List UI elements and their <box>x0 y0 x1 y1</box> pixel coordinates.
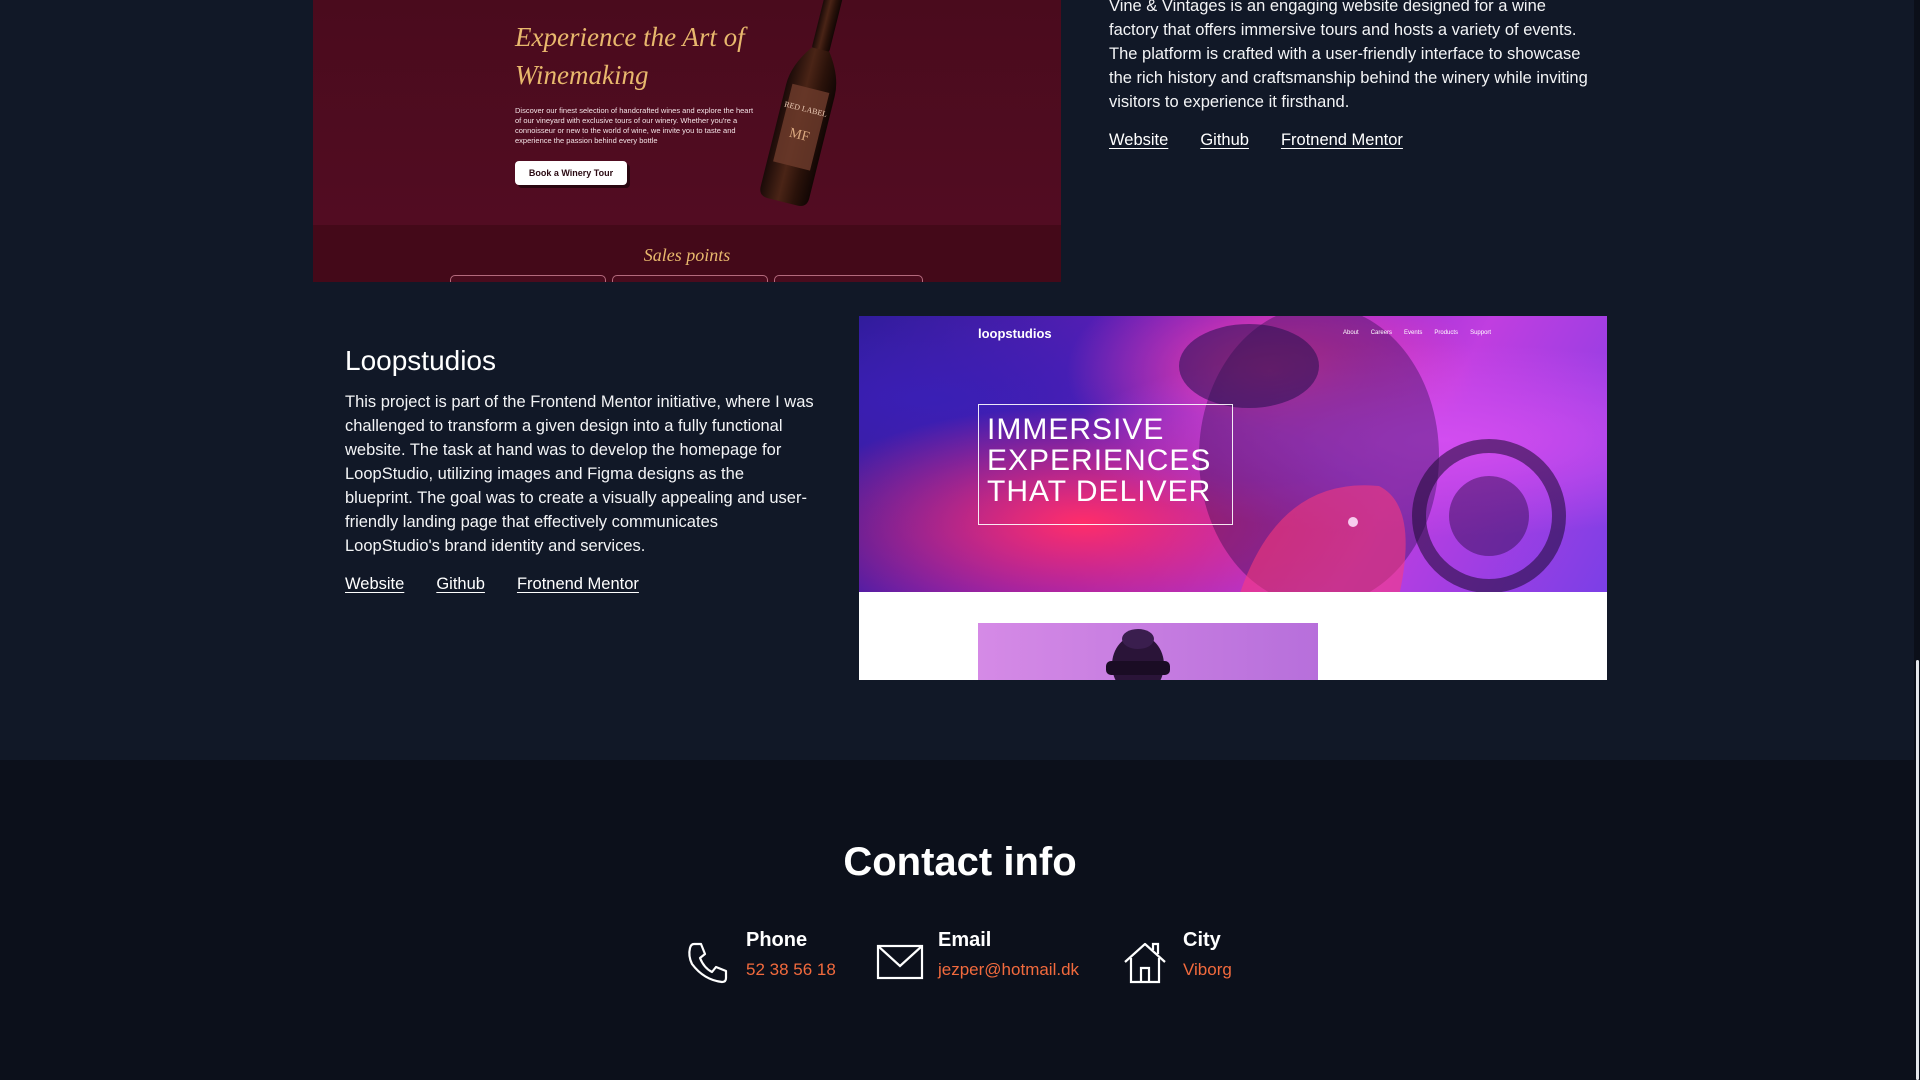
loop-nav-item: Products <box>1434 330 1459 336</box>
vine-vintages-preview-image: Experience the Art of Winemaking Discove… <box>313 0 1061 282</box>
loop-website-link[interactable]: Website <box>345 575 404 594</box>
scrollbar-thumb[interactable] <box>1916 660 1919 1080</box>
loop-hero: loopstudios About Careers Events Product… <box>859 316 1607 592</box>
sales-card <box>774 275 923 282</box>
vine-website-link[interactable]: Website <box>1109 131 1168 150</box>
vine-heading-line1: Experience the Art of <box>515 22 745 52</box>
home-icon <box>1124 942 1166 984</box>
loop-nav-item: Careers <box>1370 330 1393 336</box>
vine-hero-heading: Experience the Art of Winemaking <box>515 18 755 94</box>
loop-github-link[interactable]: Github <box>436 575 485 594</box>
loop-nav-item: Events <box>1404 330 1423 336</box>
loop-hero-line1: IMMERSIVE <box>987 413 1165 446</box>
book-winery-tour-button: Book a Winery Tour <box>515 161 627 185</box>
vr-person-icon <box>1106 629 1170 680</box>
vine-sales-section: Sales points <box>313 225 1061 282</box>
phone-icon <box>688 942 728 984</box>
sales-card <box>450 275 606 282</box>
contact-email-value[interactable]: jezper@hotmail.dk <box>938 958 1079 982</box>
portfolio-page: Experience the Art of Winemaking Discove… <box>0 0 1920 1080</box>
contact-city-label: City <box>1183 929 1221 951</box>
loop-hero-line3: THAT DELIVER <box>987 475 1212 508</box>
vine-github-link[interactable]: Github <box>1200 131 1249 150</box>
contact-city-value: Viborg <box>1183 960 1232 979</box>
loop-hero-line2: EXPERIENCES <box>987 444 1212 477</box>
footer <box>0 760 1920 1080</box>
wine-bottle-icon: RED LABEL MF <box>760 0 843 206</box>
loop-nav-item: Support <box>1470 330 1492 336</box>
loopstudios-links: Website Github Frotnend Mentor <box>345 575 639 594</box>
vine-hero-text: Discover our finest selection of handcra… <box>515 106 754 145</box>
contact-city-text: City Viborg <box>1183 928 1232 982</box>
contact-phone-value[interactable]: 52 38 56 18 <box>746 958 836 982</box>
contact-phone-label: Phone <box>746 929 808 951</box>
vine-frontend-mentor-link[interactable]: Frotnend Mentor <box>1281 131 1403 150</box>
vr-headset-illustration <box>1179 316 1566 592</box>
loop-nav-item: About <box>1343 330 1359 336</box>
vine-vintages-description: Vine & Vintages is an engaging website d… <box>1109 0 1588 111</box>
vine-heading-line2: Winemaking <box>515 60 649 90</box>
vine-vintages-links: Website Github Frotnend Mentor <box>1109 131 1403 150</box>
vine-sales-title: Sales points <box>643 245 731 265</box>
loopstudios-title: Loopstudios <box>345 345 497 376</box>
page-scrollbar[interactable] <box>1914 0 1920 1080</box>
contact-info-title: Contact info <box>843 840 1077 884</box>
vine-hero: Experience the Art of Winemaking Discove… <box>313 0 1061 225</box>
loopstudios-logo: loopstudios <box>978 326 1052 341</box>
loop-frontend-mentor-link[interactable]: Frotnend Mentor <box>517 575 639 594</box>
contact-email: Email jezper@hotmail.dk <box>876 928 1079 986</box>
loopstudios-preview-image: loopstudios About Careers Events Product… <box>859 316 1607 680</box>
contact-city: City Viborg <box>1121 928 1232 986</box>
loopstudios-nav: About Careers Events Products Support <box>1343 330 1491 336</box>
contact-phone-text: Phone 52 38 56 18 <box>746 928 836 982</box>
contact-email-label: Email <box>938 929 992 951</box>
loop-section-image <box>978 623 1318 680</box>
contact-phone: Phone 52 38 56 18 <box>684 928 836 986</box>
loopstudios-description: This project is part of the Frontend Men… <box>345 393 814 555</box>
envelope-icon <box>876 944 924 980</box>
contact-email-text: Email jezper@hotmail.dk <box>938 928 1079 982</box>
loop-hero-headline: IMMERSIVE EXPERIENCES THAT DELIVER <box>978 404 1233 525</box>
sales-card <box>612 275 768 282</box>
